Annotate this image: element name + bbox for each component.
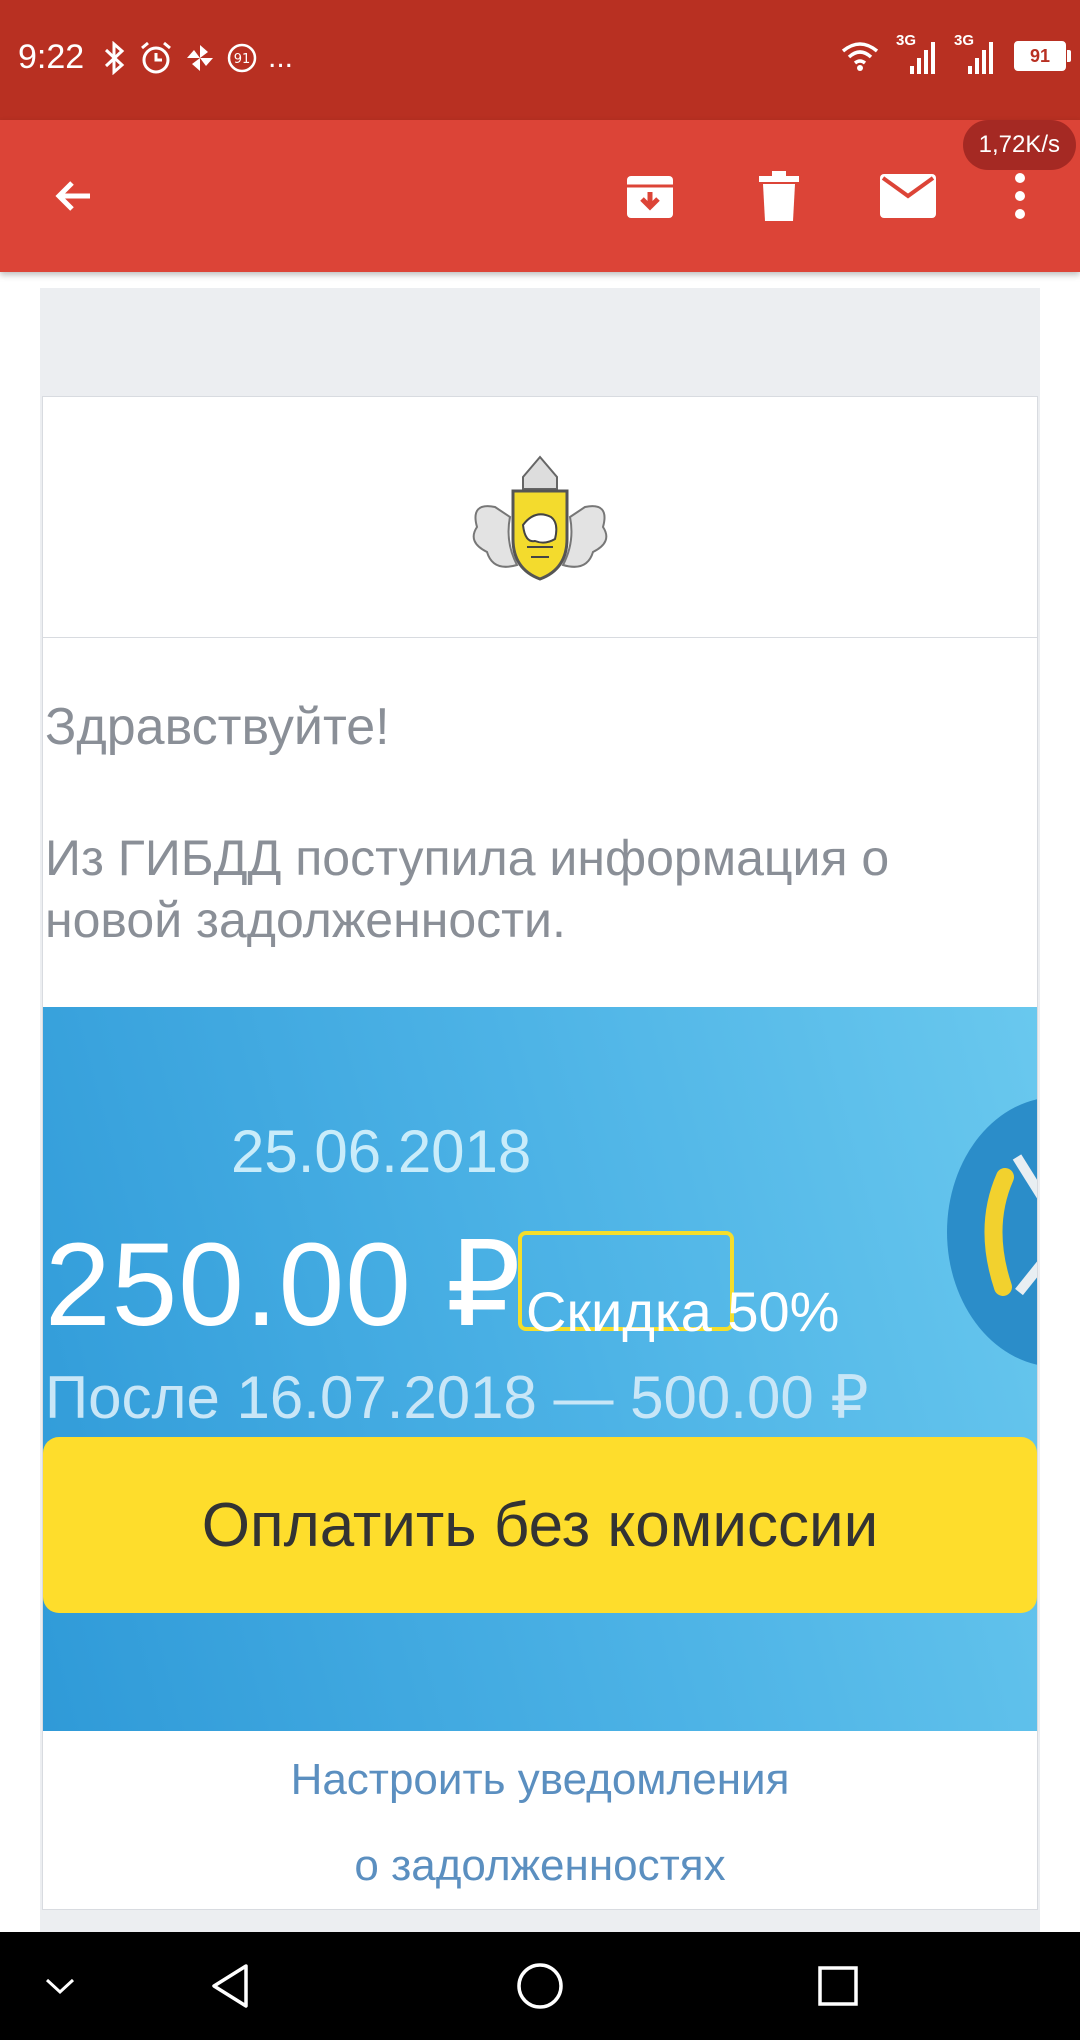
- fine-date: 25.06.2018: [231, 1118, 532, 1185]
- archive-icon: [627, 176, 673, 218]
- more-vert-icon: [1015, 173, 1025, 219]
- nav-back-button[interactable]: [200, 1956, 260, 2016]
- triangle-back-icon: [212, 1964, 248, 2008]
- email-body: Здравствуйте! Из ГИБДД поступила информа…: [40, 288, 1040, 1932]
- circle-home-icon: [517, 1963, 563, 2009]
- signal-1-icon: 3G: [896, 32, 938, 76]
- status-icons-right: 3G 3G 91: [840, 32, 1071, 76]
- notification-settings-link-line2[interactable]: о задолженностях: [43, 1841, 1037, 1891]
- bank-crest-logo: [472, 455, 608, 581]
- discount-badge: Скидка 50%: [518, 1231, 839, 1343]
- pay-without-commission-button[interactable]: Оплатить без комиссии: [43, 1437, 1037, 1613]
- back-arrow-icon: [55, 181, 90, 211]
- bluetooth-icon: [104, 41, 125, 75]
- back-button[interactable]: [34, 156, 114, 236]
- system-nav-bar: [0, 1932, 1080, 2040]
- battery-icon: 91: [1014, 41, 1071, 71]
- notification-settings-link[interactable]: Настроить уведомления: [43, 1755, 1037, 1805]
- mark-unread-button[interactable]: [868, 156, 948, 236]
- alarm-icon: [141, 41, 171, 74]
- fine-banner: 25.06.2018 250.00 ₽ Скидка 50% После 16.…: [43, 1007, 1037, 1731]
- network-speed-badge: 1,72K/s: [962, 120, 1076, 170]
- logo-header: [43, 397, 1037, 638]
- square-recents-icon: [818, 1966, 858, 2006]
- greeting-text: Здравствуйте!: [45, 698, 390, 756]
- status-icons-left: 91 ...: [102, 40, 293, 76]
- trash-icon: [759, 171, 799, 221]
- wifi-icon: [841, 42, 879, 71]
- chevron-down-icon: [45, 1978, 75, 1995]
- hide-nav-button[interactable]: [30, 1956, 90, 2016]
- signal-2-icon: 3G: [954, 32, 996, 76]
- status-time: 9:22: [18, 38, 85, 76]
- app-bar: [0, 120, 1080, 272]
- pinwheel-icon: [187, 45, 213, 71]
- email-card: Здравствуйте! Из ГИБДД поступила информа…: [42, 396, 1038, 1910]
- nav-home-button[interactable]: [510, 1956, 570, 2016]
- fine-after-deadline: После 16.07.2018 — 500.00 ₽: [45, 1364, 869, 1431]
- nav-recents-button[interactable]: [808, 1956, 868, 2016]
- delete-button[interactable]: [739, 156, 819, 236]
- status-bar: 9:22 91 ... 3G 3G 91: [0, 0, 1080, 120]
- archive-button[interactable]: [610, 156, 690, 236]
- status-more: ...: [268, 41, 294, 74]
- svg-text:91: 91: [234, 52, 251, 67]
- fine-amount: 250.00 ₽: [45, 1219, 522, 1351]
- mail-icon: [880, 174, 936, 218]
- police-emblem-icon: [947, 1097, 1037, 1367]
- debt-info-text: Из ГИБДД поступила информация о новой за…: [45, 830, 890, 948]
- notification-count-icon: 91: [227, 43, 257, 73]
